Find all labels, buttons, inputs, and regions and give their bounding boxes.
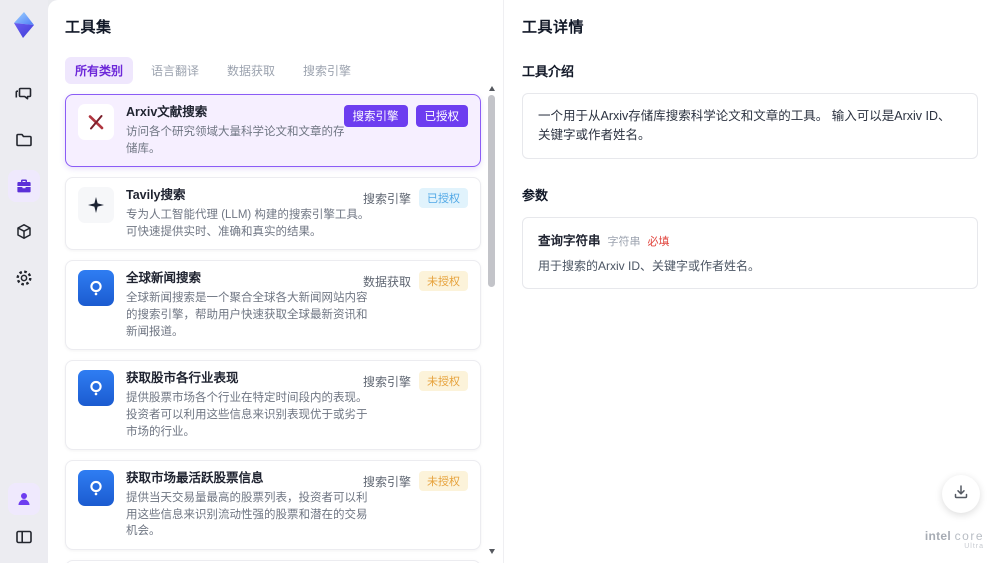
category-label: 搜索引擎	[362, 191, 411, 206]
page-title: 工具集	[65, 19, 112, 36]
folder-icon	[14, 130, 34, 150]
toolbox-icon	[14, 176, 34, 196]
tool-list: Arxiv文献搜索 访问各个研究领域大量科学论文和文章的存储库。 搜索引擎 已授…	[65, 94, 481, 563]
tab-language-translation[interactable]: 语言翻译	[141, 57, 209, 84]
tool-desc: 专为人工智能代理 (LLM) 构建的搜索引擎工具。可快速提供实时、准确和真实的结…	[126, 209, 370, 238]
tool-card-most-active-stocks[interactable]: 获取市场最活跃股票信息 提供当天交易量最高的股票列表，投资者可以利用这些信息来识…	[65, 460, 481, 551]
news-search-icon	[78, 270, 114, 307]
details-title: 工具详情	[522, 19, 585, 36]
tool-card-arxiv[interactable]: Arxiv文献搜索 访问各个研究领域大量科学论文和文章的存储库。 搜索引擎 已授…	[65, 94, 481, 168]
tab-data-fetching[interactable]: 数据获取	[217, 57, 285, 84]
gear-icon	[14, 268, 34, 288]
app-window: 工具集 所有类别 语言翻译 数据获取 搜索引擎 Arxiv文献搜索 访问各个研究…	[0, 0, 1000, 563]
intel-core-logo: intel core Ultra	[925, 530, 984, 551]
category-label: 搜索引擎	[362, 374, 411, 389]
chat-icon	[14, 84, 34, 104]
scroll-down-arrow-icon[interactable]	[489, 549, 495, 554]
scrollbar-thumb[interactable]	[488, 95, 495, 287]
tool-desc: 全球新闻搜索是一个聚合全球各大新闻网站内容的搜索引擎，帮助用户快速获取全球最新资…	[126, 292, 368, 338]
brand-sub: Ultra	[964, 543, 984, 551]
category-badge: 搜索引擎	[343, 105, 408, 127]
tool-card-tavily[interactable]: Tavily搜索 专为人工智能代理 (LLM) 构建的搜索引擎工具。可快速提供实…	[65, 177, 481, 251]
brand-core: core	[954, 529, 984, 544]
auth-status-badge: 未授权	[419, 371, 468, 392]
sidebar-item-account[interactable]	[8, 483, 40, 515]
rail-bottom	[8, 483, 40, 553]
sidebar-item-files[interactable]	[8, 124, 40, 156]
panel-toggle-icon	[14, 527, 34, 547]
param-name: 查询字符串	[538, 233, 601, 248]
download-icon	[952, 483, 970, 506]
download-button[interactable]	[942, 475, 980, 513]
stock-search-icon	[78, 470, 114, 507]
brand-intel: intel	[924, 529, 952, 544]
auth-status-badge: 已授权	[419, 188, 468, 209]
tool-card-global-news[interactable]: 全球新闻搜索 全球新闻搜索是一个聚合全球各大新闻网站内容的搜索引擎，帮助用户快速…	[65, 260, 481, 351]
auth-status-badge: 未授权	[419, 271, 468, 292]
params-heading: 参数	[522, 187, 549, 203]
param-desc: 用于搜索的Arxiv ID、关键字或作者姓名。	[538, 258, 761, 273]
sidebar-item-chat[interactable]	[8, 78, 40, 110]
cube-icon	[14, 222, 34, 242]
tool-desc: 访问各个研究领域大量科学论文和文章的存储库。	[126, 125, 345, 155]
main-surface: 工具集 所有类别 语言翻译 数据获取 搜索引擎 Arxiv文献搜索 访问各个研究…	[48, 0, 1000, 563]
auth-status-badge: 已授权	[415, 105, 468, 127]
category-label: 数据获取	[362, 274, 411, 289]
tab-search-engine[interactable]: 搜索引擎	[293, 57, 361, 84]
rail-nav	[8, 78, 40, 294]
tool-name: 获取股市各行业表现	[126, 371, 239, 386]
tool-name: 全球新闻搜索	[126, 271, 202, 286]
tab-all-categories[interactable]: 所有类别	[65, 57, 134, 84]
list-scrollbar[interactable]	[487, 86, 497, 554]
intro-text: 一个用于从Arxiv存储库搜索科学论文和文章的工具。 输入可以是Arxiv ID…	[522, 93, 978, 159]
param-type: 字符串	[607, 235, 641, 248]
tool-desc: 提供当天交易量最高的股票列表，投资者可以利用这些信息来识别流动性强的股票和潜在的…	[126, 492, 368, 538]
tool-name: Tavily搜索	[126, 188, 186, 203]
tool-details-panel: 工具详情 工具介绍 一个用于从Arxiv存储库搜索科学论文和文章的工具。 输入可…	[503, 0, 1000, 563]
tool-name: 获取市场最活跃股票信息	[126, 471, 264, 486]
category-tabs: 所有类别 语言翻译 数据获取 搜索引擎	[65, 57, 481, 84]
arxiv-icon	[78, 104, 114, 140]
tool-name: Arxiv文献搜索	[126, 105, 208, 119]
tavily-icon	[78, 187, 114, 224]
app-logo-icon[interactable]	[9, 10, 39, 40]
stock-search-icon	[78, 370, 114, 407]
param-item: 查询字符串 字符串 必填 用于搜索的Arxiv ID、关键字或作者姓名。	[522, 216, 978, 289]
left-rail	[0, 0, 48, 563]
sidebar-item-packages[interactable]	[8, 216, 40, 248]
tool-desc: 提供股票市场各个行业在特定时间段内的表现。投资者可以利用这些信息来识别表现优于或…	[126, 392, 368, 438]
intro-heading: 工具介绍	[522, 64, 575, 79]
tool-card-sector-performance[interactable]: 获取股市各行业表现 提供股票市场各个行业在特定时间段内的表现。投资者可以利用这些…	[65, 360, 481, 451]
user-icon	[15, 490, 33, 508]
sidebar-item-toolbox[interactable]	[8, 170, 40, 202]
sidebar-item-panel-toggle[interactable]	[8, 521, 40, 553]
param-required-badge: 必填	[647, 235, 670, 248]
tools-panel: 工具集 所有类别 语言翻译 数据获取 搜索引擎 Arxiv文献搜索 访问各个研究…	[48, 0, 503, 563]
scroll-up-arrow-icon[interactable]	[489, 86, 495, 91]
auth-status-badge: 未授权	[419, 471, 468, 492]
category-label: 搜索引擎	[362, 474, 411, 489]
sidebar-item-settings[interactable]	[8, 262, 40, 294]
